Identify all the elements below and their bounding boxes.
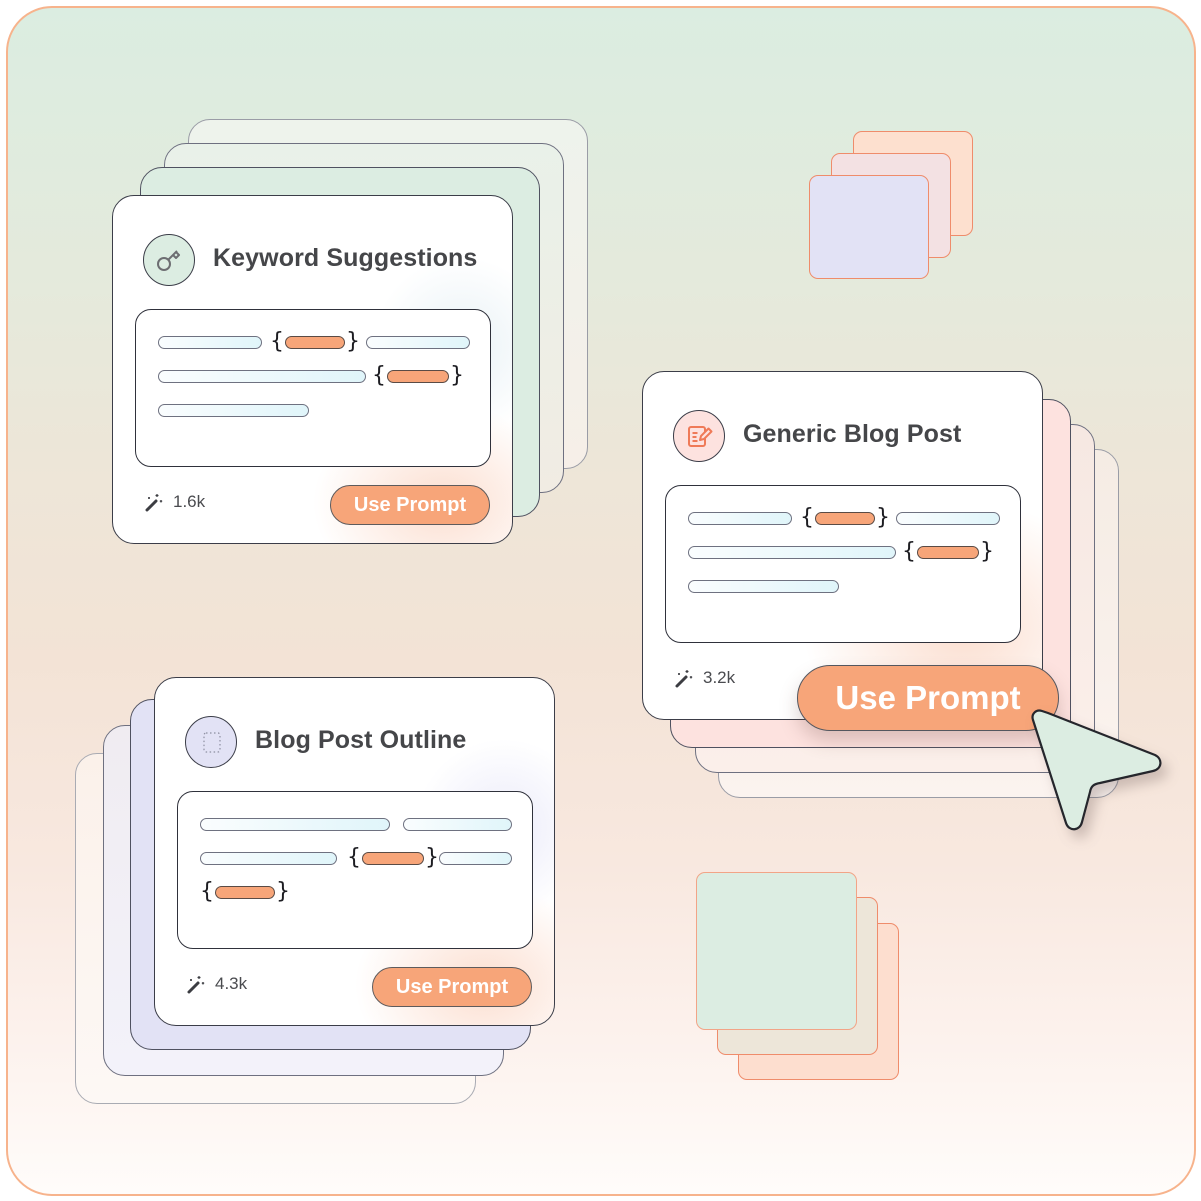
- magic-wand-icon: [145, 494, 163, 512]
- usage-count: 4.3k: [185, 973, 247, 995]
- variable-placeholder: {}: [347, 845, 439, 870]
- dotted-square-icon: [203, 732, 221, 753]
- text-placeholder: [896, 512, 1000, 525]
- text-placeholder: [366, 336, 470, 349]
- text-placeholder: [200, 852, 337, 865]
- variable-placeholder: {}: [200, 879, 290, 904]
- text-placeholder: [688, 546, 896, 559]
- use-prompt-button-highlighted[interactable]: Use Prompt: [797, 665, 1059, 731]
- card-title: Generic Blog Post: [743, 420, 962, 448]
- usage-count-value: 3.2k: [703, 668, 736, 687]
- text-placeholder: [158, 336, 262, 349]
- prompt-preview-box: {} {}: [135, 309, 491, 467]
- decorative-square: [809, 175, 929, 279]
- text-placeholder: [403, 818, 512, 831]
- usage-count-value: 4.3k: [215, 974, 248, 993]
- prompt-preview-box: {} {}: [665, 485, 1021, 643]
- use-prompt-button[interactable]: Use Prompt: [372, 967, 532, 1007]
- prompt-card-keyword-suggestions[interactable]: Keyword Suggestions {} {} 1.6k Use Promp…: [112, 195, 513, 544]
- decorative-square: [696, 872, 857, 1030]
- card-title: Blog Post Outline: [255, 726, 467, 754]
- card-title: Keyword Suggestions: [213, 244, 478, 272]
- magic-wand-icon: [675, 670, 693, 688]
- usage-count: 3.2k: [673, 667, 735, 689]
- variable-placeholder: {}: [902, 539, 994, 564]
- pointer-cursor-icon: [1031, 709, 1162, 831]
- text-placeholder: [688, 580, 839, 593]
- magic-wand-icon: [187, 976, 205, 994]
- edit-document-icon: [688, 426, 713, 447]
- key-icon: [157, 250, 180, 271]
- text-placeholder: [439, 852, 512, 865]
- text-placeholder: [688, 512, 792, 525]
- text-placeholder: [200, 818, 390, 831]
- card-icon-badge: [185, 716, 237, 768]
- usage-count: 1.6k: [143, 491, 205, 513]
- variable-placeholder: {}: [372, 363, 464, 388]
- use-prompt-button[interactable]: Use Prompt: [330, 485, 490, 525]
- card-icon-badge: [143, 234, 195, 286]
- usage-count-value: 1.6k: [173, 492, 206, 511]
- card-icon-badge: [673, 410, 725, 462]
- prompt-preview-box: {} {}: [177, 791, 533, 949]
- variable-placeholder: {}: [270, 329, 360, 354]
- text-placeholder: [158, 404, 309, 417]
- text-placeholder: [158, 370, 366, 383]
- variable-placeholder: {}: [800, 505, 890, 530]
- prompt-card-blog-post-outline[interactable]: Blog Post Outline {} {} 4.3k Use Prompt: [154, 677, 555, 1026]
